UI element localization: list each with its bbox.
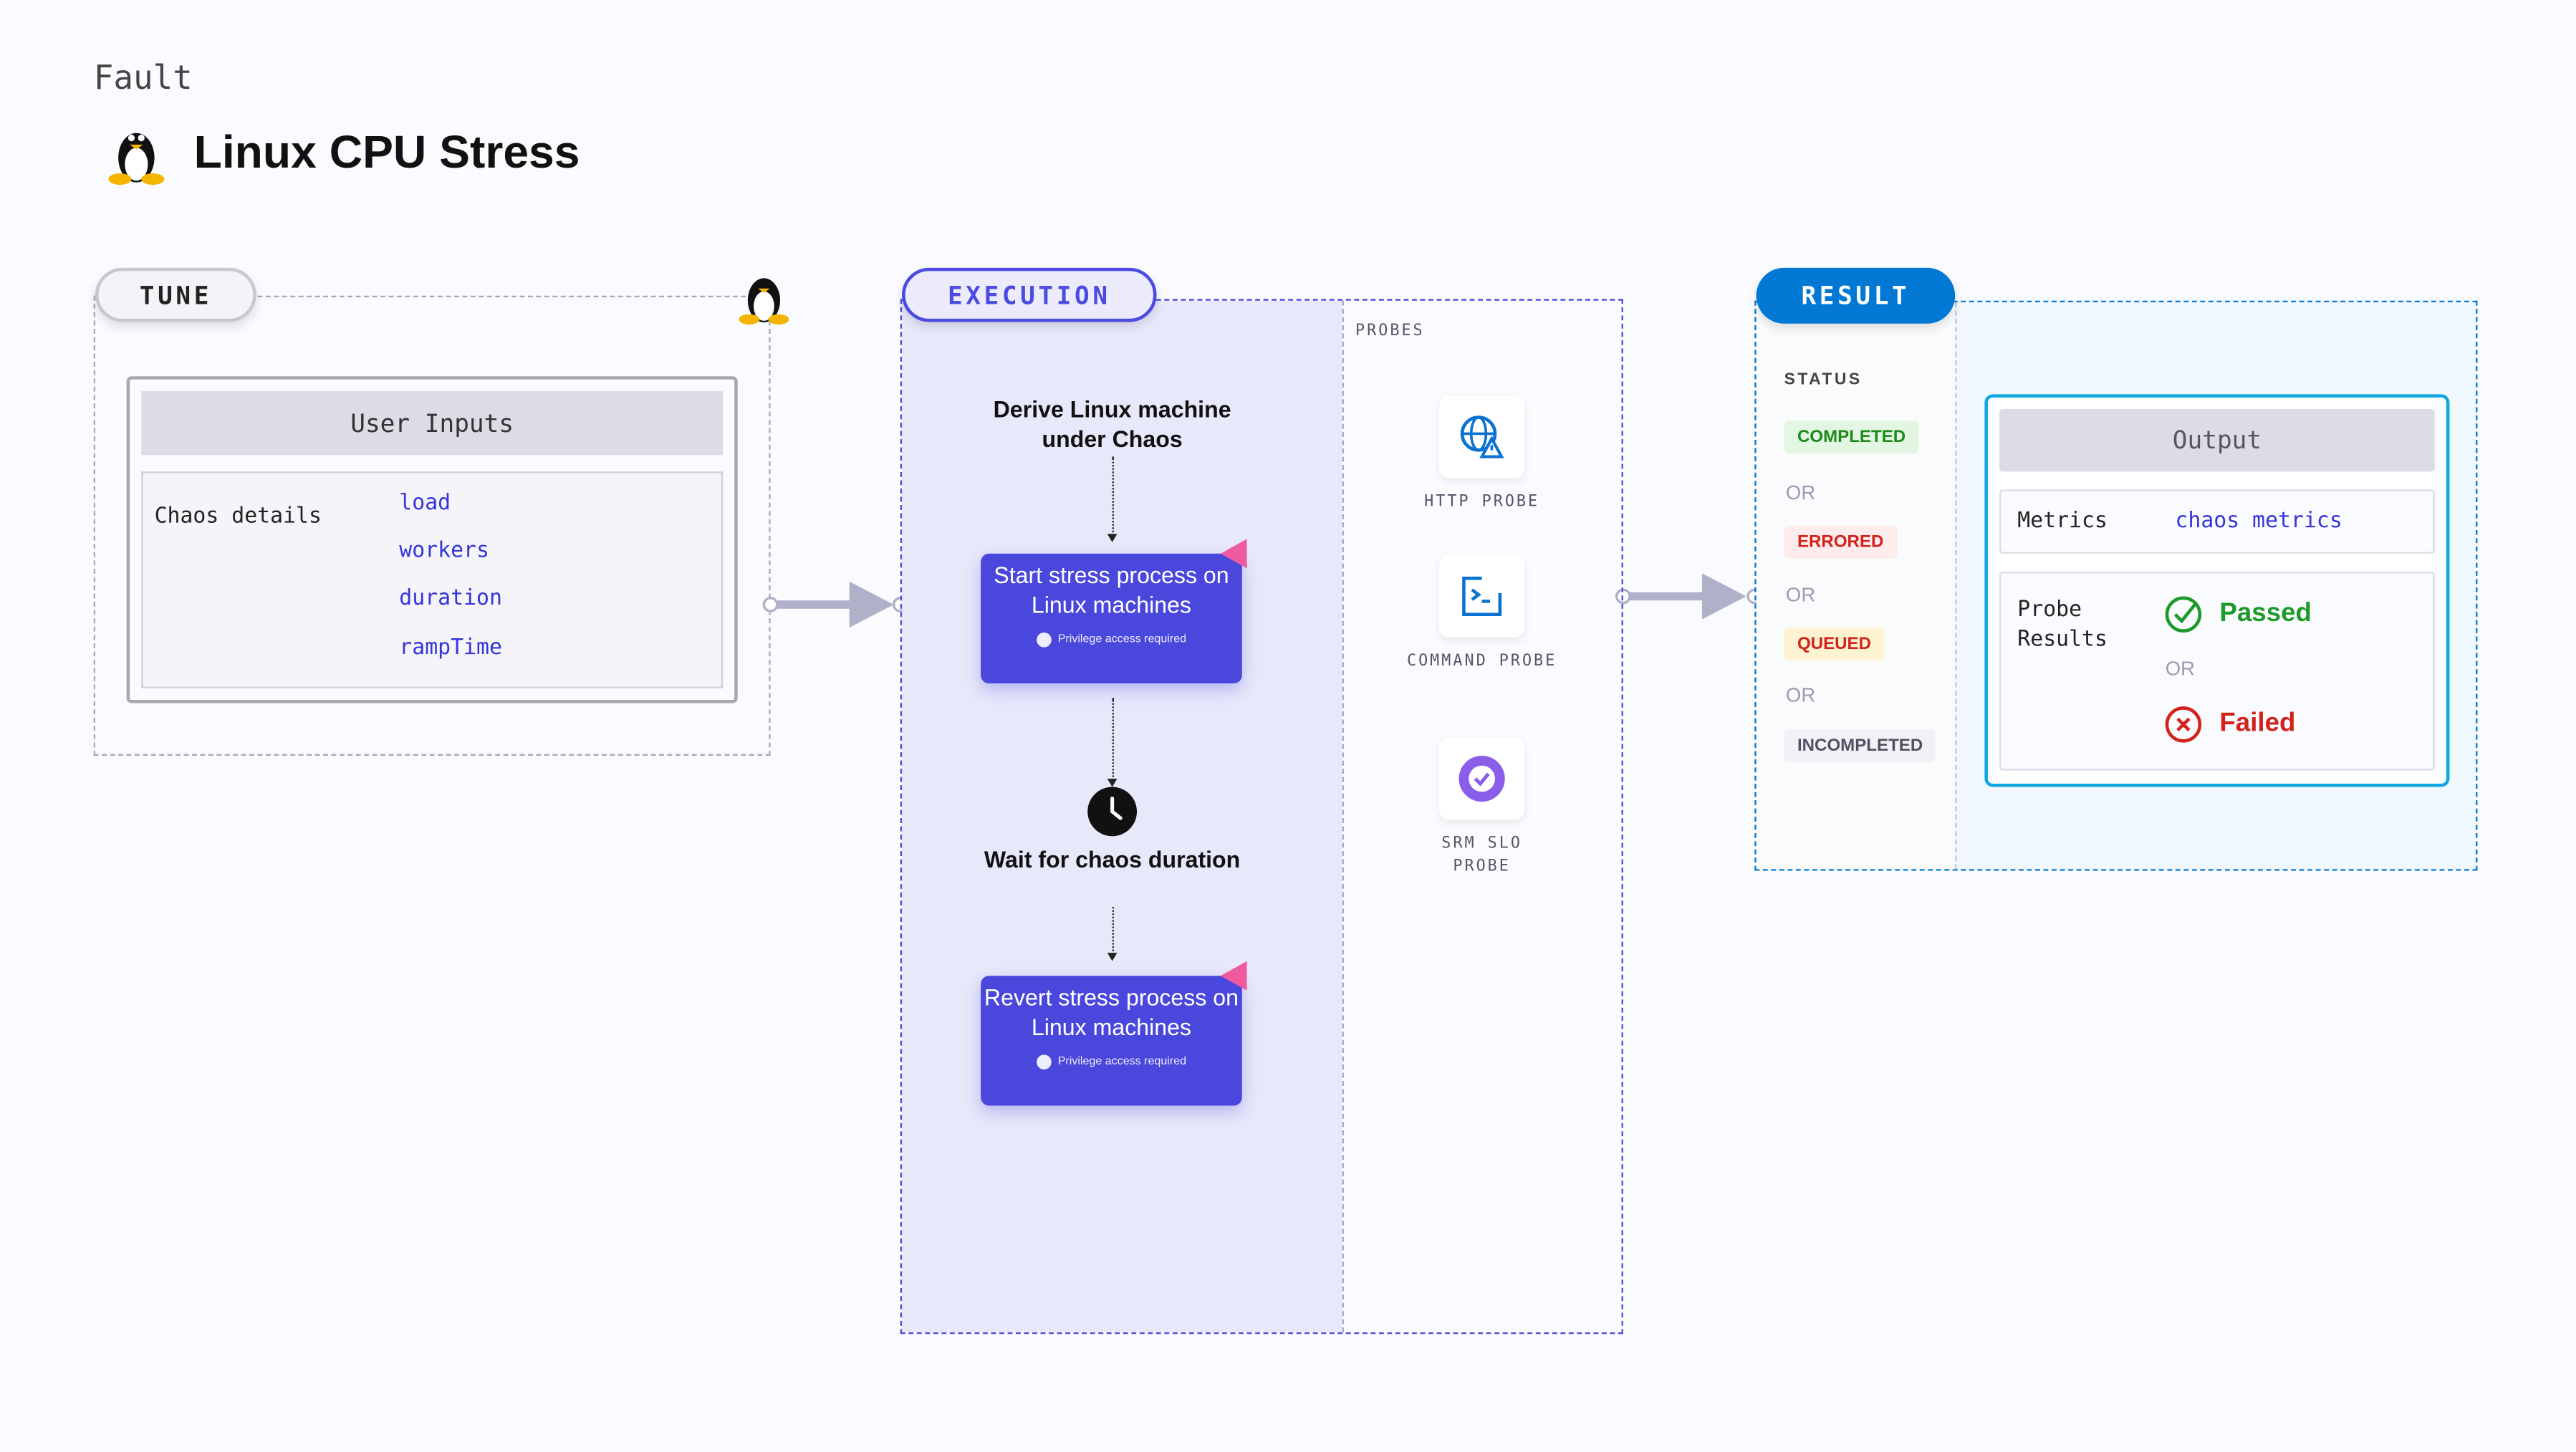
step-title: Start stress process on Linux machines bbox=[994, 562, 1229, 617]
probe-passed: Passed bbox=[2219, 600, 2312, 628]
linux-penguin-icon bbox=[108, 133, 165, 186]
chaos-details-label: Chaos details bbox=[154, 504, 322, 529]
or-text: OR bbox=[1785, 583, 1816, 607]
probe-label-line: Results bbox=[2017, 628, 2108, 653]
clock-icon bbox=[1087, 787, 1138, 837]
input-workers: workers bbox=[399, 539, 489, 564]
status-incompleted: INCOMPLETED bbox=[1784, 729, 1936, 763]
status-completed: COMPLETED bbox=[1784, 420, 1919, 453]
command-probe-text: COMMAND PROBE bbox=[1406, 652, 1557, 670]
input-ramptime: rampTime bbox=[399, 635, 502, 660]
input-duration: duration bbox=[399, 586, 502, 612]
metrics-value: chaos metrics bbox=[2175, 509, 2342, 534]
tune-pill: TUNE bbox=[95, 267, 256, 322]
srm-slo-probe-card[interactable] bbox=[1439, 737, 1525, 820]
tune-to-execution-arrow bbox=[762, 581, 908, 628]
chaos-badge-icon bbox=[1220, 539, 1247, 569]
globe-warning-icon bbox=[1460, 415, 1504, 458]
srm-slo-probe-label: SRM SLO PROBE bbox=[1441, 835, 1522, 876]
probe-results-label: Probe Results bbox=[2017, 597, 2108, 656]
input-load: load bbox=[399, 491, 451, 516]
probe-label-line: Probe bbox=[2017, 597, 2082, 623]
execution-to-result-arrow bbox=[1615, 573, 1763, 620]
lock-icon bbox=[1036, 1054, 1052, 1070]
step-revert-stress[interactable]: Revert stress process on Linux machines … bbox=[981, 976, 1242, 1106]
command-probe-card[interactable] bbox=[1439, 555, 1525, 638]
chaos-badge-icon bbox=[1220, 961, 1247, 991]
fault-kicker: Fault bbox=[93, 57, 193, 97]
status-queued: QUEUED bbox=[1784, 628, 1885, 660]
linux-penguin-icon bbox=[739, 278, 789, 325]
status-errored: ERRORED bbox=[1784, 525, 1897, 559]
lock-icon bbox=[1036, 633, 1052, 648]
privilege-note: Privilege access required bbox=[1057, 634, 1187, 646]
result-pill: RESULT bbox=[1756, 267, 1956, 324]
step-start-stress[interactable]: Start stress process on Linux machines P… bbox=[981, 553, 1242, 684]
http-probe-label: HTTP PROBE bbox=[1424, 493, 1540, 511]
check-circle-icon bbox=[2165, 596, 2202, 633]
step-wait: Wait for chaos duration bbox=[984, 846, 1241, 872]
execution-pill: EXECUTION bbox=[902, 267, 1157, 322]
privilege-note: Privilege access required bbox=[1057, 1056, 1187, 1068]
or-text: OR bbox=[2165, 657, 2195, 681]
metrics-label: Metrics bbox=[2017, 509, 2108, 534]
x-circle-icon bbox=[2165, 706, 2202, 743]
page-title: Linux CPU Stress bbox=[193, 126, 580, 178]
command-probe-label: COMMAND PROBE bbox=[1396, 650, 1567, 673]
or-text: OR bbox=[1785, 481, 1816, 505]
terminal-icon bbox=[1462, 576, 1502, 617]
step-derive-target: Derive Linux machine under Chaos bbox=[993, 395, 1231, 452]
or-text: OR bbox=[1785, 683, 1816, 707]
probes-label: PROBES bbox=[1355, 322, 1425, 340]
step-title: Revert stress process on Linux machines bbox=[984, 984, 1239, 1039]
probe-failed: Failed bbox=[2219, 709, 2296, 738]
status-label: STATUS bbox=[1784, 371, 1863, 390]
user-inputs-title: User Inputs bbox=[141, 390, 724, 456]
slo-check-icon bbox=[1458, 755, 1505, 802]
http-probe-card[interactable] bbox=[1439, 395, 1525, 479]
output-title: Output bbox=[1999, 409, 2435, 472]
